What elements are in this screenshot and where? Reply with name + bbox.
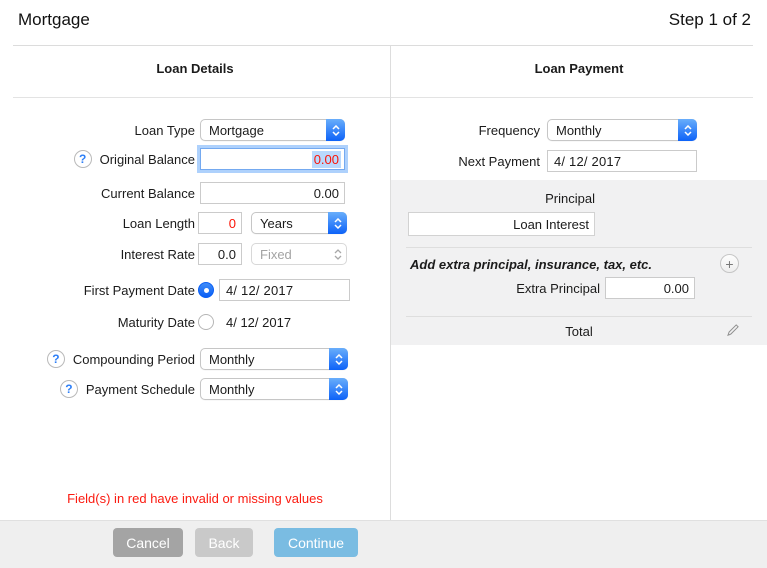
loan-length-label: Loan Length — [123, 216, 195, 231]
interest-rate-row: Interest Rate Fixed — [0, 242, 347, 266]
frequency-label: Frequency — [479, 123, 540, 138]
divider — [13, 97, 753, 98]
interest-rate-input[interactable] — [198, 243, 242, 265]
maturity-date-label: Maturity Date — [118, 315, 195, 330]
payment-breakdown-panel: Principal Loan Interest Add extra princi… — [391, 180, 767, 345]
rate-type-select: Fixed — [251, 243, 347, 265]
footer-bar: Cancel Back Continue — [0, 520, 767, 568]
maturity-date-radio[interactable] — [198, 314, 214, 330]
compounding-period-select[interactable]: Monthly — [200, 348, 348, 370]
back-button[interactable]: Back — [195, 528, 253, 557]
chevron-up-down-icon — [329, 348, 348, 370]
add-extra-item-button[interactable]: + — [720, 254, 739, 273]
principal-label: Principal — [545, 191, 595, 206]
loan-length-input[interactable] — [198, 212, 242, 234]
validation-error-message: Field(s) in red have invalid or missing … — [0, 491, 390, 506]
loan-length-unit-select[interactable]: Years — [251, 212, 347, 234]
chevron-up-down-icon — [328, 243, 347, 265]
current-balance-row: Current Balance — [0, 181, 345, 205]
extra-principal-label: Extra Principal — [516, 281, 600, 296]
divider — [406, 247, 752, 248]
chevron-up-down-icon — [328, 212, 347, 234]
current-balance-input[interactable] — [200, 182, 345, 204]
divider — [406, 316, 752, 317]
first-payment-date-label: First Payment Date — [84, 283, 195, 298]
step-indicator: Step 1 of 2 — [669, 10, 751, 30]
next-payment-row: Next Payment — [0, 149, 697, 173]
total-label: Total — [391, 324, 767, 339]
loan-details-title: Loan Details — [0, 61, 390, 76]
chevron-up-down-icon — [329, 378, 348, 400]
frequency-row: Frequency Monthly — [0, 118, 697, 142]
next-payment-input[interactable] — [547, 150, 697, 172]
cancel-button[interactable]: Cancel — [113, 528, 183, 557]
payment-schedule-select[interactable]: Monthly — [200, 378, 348, 400]
chevron-up-down-icon — [678, 119, 697, 141]
current-balance-label: Current Balance — [101, 186, 195, 201]
loan-interest-label: Loan Interest — [513, 217, 589, 232]
payment-schedule-row: ? Payment Schedule Monthly — [0, 377, 348, 401]
compounding-period-row: ? Compounding Period Monthly — [0, 347, 348, 371]
maturity-date-value: 4/ 12/ 2017 — [226, 315, 291, 330]
plus-icon: + — [725, 257, 733, 271]
divider — [13, 45, 753, 46]
payment-schedule-label: Payment Schedule — [86, 382, 195, 397]
loan-payment-title: Loan Payment — [391, 61, 767, 76]
extra-principal-input[interactable] — [605, 277, 695, 299]
help-icon[interactable]: ? — [47, 350, 65, 368]
first-payment-date-radio[interactable] — [198, 282, 214, 298]
loan-length-row: Loan Length Years — [0, 211, 347, 235]
pencil-icon — [726, 323, 740, 337]
page-title: Mortgage — [18, 10, 90, 30]
first-payment-date-row: First Payment Date — [0, 278, 350, 302]
maturity-date-row: Maturity Date 4/ 12/ 2017 — [0, 310, 291, 334]
help-icon[interactable]: ? — [60, 380, 78, 398]
first-payment-date-input[interactable] — [219, 279, 350, 301]
continue-button[interactable]: Continue — [274, 528, 358, 557]
compounding-period-label: Compounding Period — [73, 352, 195, 367]
loan-interest-field[interactable]: Loan Interest — [408, 212, 595, 236]
frequency-select[interactable]: Monthly — [547, 119, 697, 141]
next-payment-label: Next Payment — [458, 154, 540, 169]
add-extra-hint: Add extra principal, insurance, tax, etc… — [410, 257, 652, 272]
interest-rate-label: Interest Rate — [121, 247, 195, 262]
edit-total-button[interactable] — [726, 323, 740, 340]
